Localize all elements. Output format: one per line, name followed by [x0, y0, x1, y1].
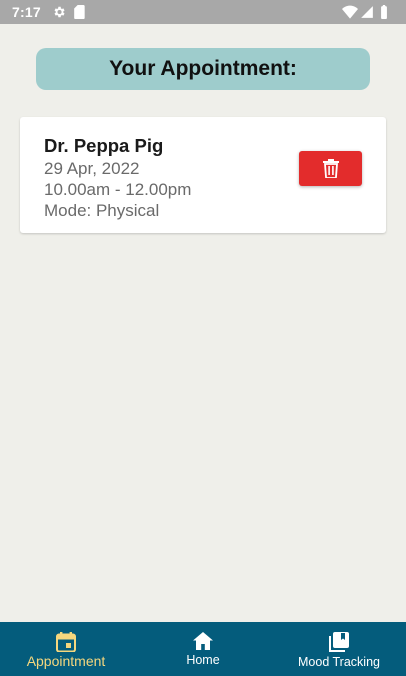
library-icon	[329, 632, 349, 652]
nav-mood-tracking[interactable]: Mood Tracking	[292, 622, 386, 676]
home-icon	[193, 632, 213, 650]
nav-home-label: Home	[186, 653, 220, 667]
delete-appointment-button[interactable]	[299, 151, 362, 186]
nav-mood-tracking-label: Mood Tracking	[298, 655, 380, 669]
settings-icon	[54, 6, 65, 18]
doctor-name: Dr. Peppa Pig	[44, 135, 164, 156]
appointment-mode: Mode: Physical	[44, 201, 160, 220]
nav-appointment-label: Appointment	[26, 653, 106, 669]
appointment-time: 10.00am - 12.00pm	[44, 180, 192, 199]
bottom-navigation: Appointment Home Mood Tracking	[0, 622, 406, 676]
trash-icon	[322, 159, 339, 178]
signal-icon	[361, 6, 373, 18]
nav-appointment[interactable]: Appointment	[20, 622, 112, 676]
sd-card-icon	[74, 5, 85, 19]
wifi-icon	[342, 5, 358, 19]
status-time: 7:17	[12, 4, 41, 20]
page-title-pill: Your Appointment:	[36, 48, 370, 90]
appointment-date: 29 Apr, 2022	[44, 159, 140, 178]
status-right-icons	[342, 5, 392, 19]
nav-home[interactable]: Home	[172, 622, 234, 676]
status-bar: 7:17	[0, 0, 406, 24]
battery-icon	[381, 5, 387, 19]
calendar-icon	[56, 632, 76, 652]
appointment-card: Dr. Peppa Pig 29 Apr, 2022 10.00am - 12.…	[20, 117, 386, 233]
page-title: Your Appointment:	[109, 57, 297, 80]
